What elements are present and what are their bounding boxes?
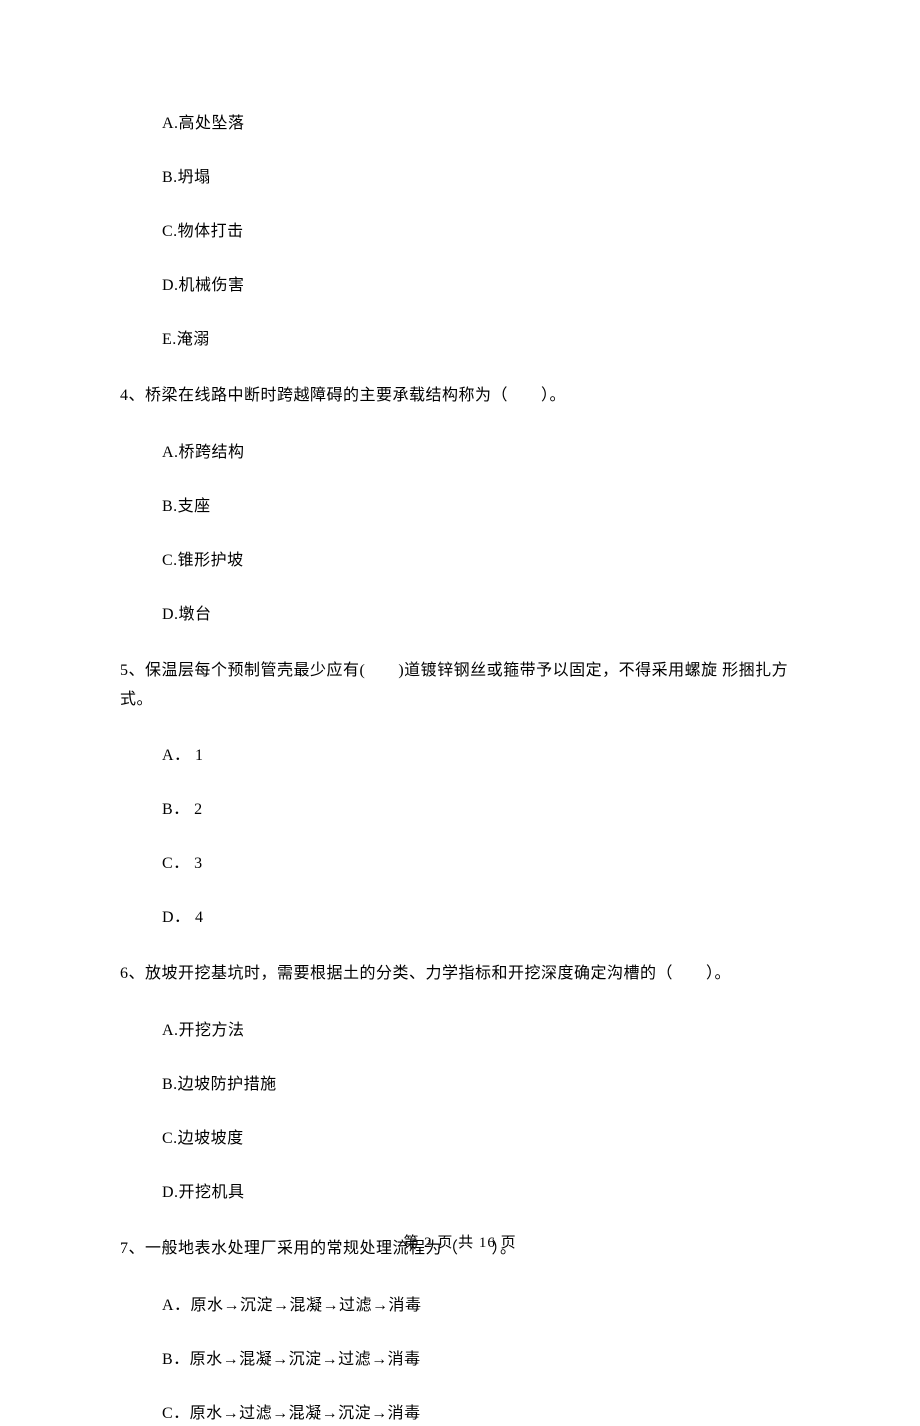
option-a: A.高处坠落 <box>120 112 800 136</box>
q4-option-b: B.支座 <box>120 495 800 519</box>
option-c: C.物体打击 <box>120 220 800 244</box>
q5-option-c: C． 3 <box>120 852 800 876</box>
option-d: D.机械伤害 <box>120 274 800 298</box>
q5-option-d: D． 4 <box>120 906 800 930</box>
q4-option-a: A.桥跨结构 <box>120 441 800 465</box>
option-b: B.坍塌 <box>120 166 800 190</box>
q6-option-d: D.开挖机具 <box>120 1181 800 1205</box>
q7-option-a: A．原水→沉淀→混凝→过滤→消毒 <box>120 1294 800 1318</box>
q7-option-c: C．原水→过滤→混凝→沉淀→消毒 <box>120 1402 800 1426</box>
question-5: 5、保温层每个预制管壳最少应有( )道镀锌钢丝或箍带予以固定，不得采用螺旋 形捆… <box>120 657 800 715</box>
q5-option-b: B． 2 <box>120 798 800 822</box>
option-e: E.淹溺 <box>120 328 800 352</box>
q6-option-a: A.开挖方法 <box>120 1019 800 1043</box>
question-6: 6、放坡开挖基坑时，需要根据土的分类、力学指标和开挖深度确定沟槽的（ ）。 <box>120 960 800 989</box>
q5-option-a: A． 1 <box>120 744 800 768</box>
q4-option-c: C.锥形护坡 <box>120 549 800 573</box>
q6-option-c: C.边坡坡度 <box>120 1127 800 1151</box>
q4-option-d: D.墩台 <box>120 603 800 627</box>
q7-option-b: B．原水→混凝→沉淀→过滤→消毒 <box>120 1348 800 1372</box>
question-4: 4、桥梁在线路中断时跨越障碍的主要承载结构称为（ ）。 <box>120 382 800 411</box>
page-footer: 第 2 页 共 16 页 <box>0 1232 920 1255</box>
q6-option-b: B.边坡防护措施 <box>120 1073 800 1097</box>
